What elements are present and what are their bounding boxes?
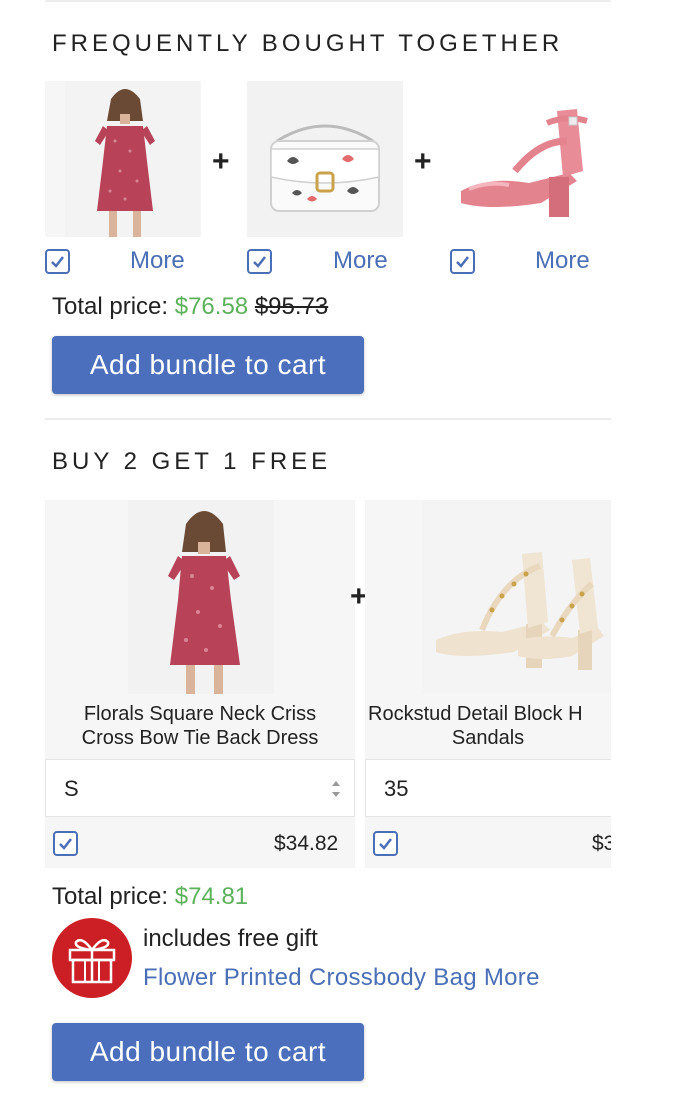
- section-divider: [45, 418, 611, 420]
- fbt-bag-more-link[interactable]: More: [333, 247, 388, 275]
- fbt-sandal-more-link[interactable]: More: [535, 247, 590, 275]
- b2g1-dress-size-select[interactable]: S: [45, 759, 355, 817]
- b2g1-dress-price: $34.82: [274, 832, 339, 855]
- fbt-total-price-line: Total price: $76.58 $95.73: [52, 293, 328, 321]
- b2g1-sandals-size-select[interactable]: 35: [365, 759, 611, 817]
- fbt-sandal-image[interactable]: [449, 81, 605, 237]
- plus-icon: +: [414, 145, 432, 178]
- b2g1-total-price: $74.81: [174, 883, 249, 910]
- b2g1-section-title: BUY 2 GET 1 FREE: [52, 448, 332, 475]
- free-gift-text: includes free gift: [143, 925, 318, 952]
- fbt-bag-checkbox[interactable]: [247, 249, 272, 274]
- plus-icon: +: [212, 145, 230, 178]
- total-price-label: Total price:: [52, 883, 169, 910]
- b2g1-dress-name[interactable]: Florals Square Neck Criss Cross Bow Tie …: [45, 702, 355, 750]
- total-price-label: Total price:: [52, 293, 169, 320]
- fbt-sandal-checkbox[interactable]: [450, 249, 475, 274]
- fbt-original-price: $95.73: [254, 293, 329, 320]
- fbt-total-price: $76.58: [174, 293, 249, 320]
- fbt-section-title: FREQUENTLY BOUGHT TOGETHER: [52, 30, 564, 57]
- b2g1-dress-image[interactable]: [128, 500, 274, 694]
- fbt-dress-checkbox[interactable]: [45, 249, 70, 274]
- fbt-add-bundle-button[interactable]: Add bundle to cart: [52, 336, 364, 394]
- fbt-bag-image[interactable]: [247, 81, 403, 237]
- b2g1-sandals-checkbox[interactable]: [373, 831, 398, 856]
- select-arrows-icon: [332, 781, 340, 797]
- fbt-dress-image[interactable]: [45, 81, 201, 237]
- gift-icon: [52, 918, 132, 998]
- fbt-dress-more-link[interactable]: More: [130, 247, 185, 275]
- b2g1-sandals-name[interactable]: Rockstud Detail Block H Sandals: [365, 702, 611, 750]
- free-gift-link[interactable]: Flower Printed Crossbody Bag More: [143, 964, 540, 992]
- b2g1-dress-checkbox[interactable]: [53, 831, 78, 856]
- top-divider: [45, 0, 611, 2]
- b2g1-sandals-price: $3: [592, 832, 611, 855]
- b2g1-add-bundle-button[interactable]: Add bundle to cart: [52, 1023, 364, 1081]
- b2g1-total-price-line: Total price: $74.81: [52, 883, 248, 911]
- b2g1-sandals-image[interactable]: [422, 500, 611, 694]
